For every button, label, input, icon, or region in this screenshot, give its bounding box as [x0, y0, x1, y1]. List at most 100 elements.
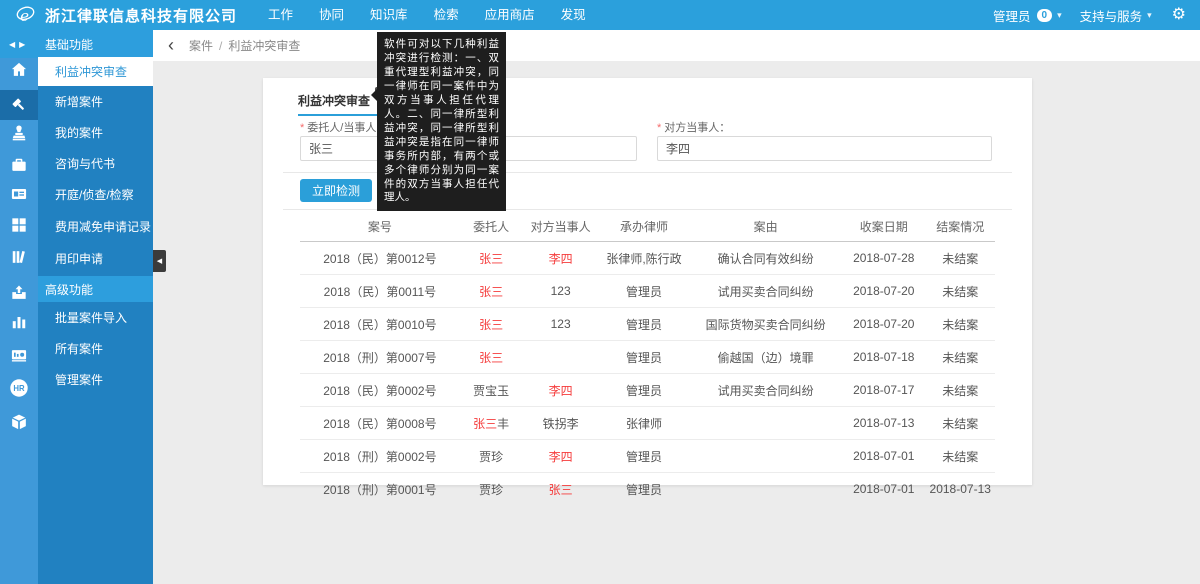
- detect-now-button[interactable]: 立即检测: [300, 179, 372, 202]
- user-menu[interactable]: 管理员 0 ▾: [993, 6, 1062, 25]
- lawyer-cell: 管理员: [599, 440, 689, 473]
- tab-conflict-check[interactable]: 利益冲突审查: [298, 92, 370, 109]
- sidebar: ◀▶ 基础功能 高级功能 HR 利益冲突审查新增案件我的案件咨询与代书开庭/侦查/…: [0, 30, 153, 584]
- sidebar-item[interactable]: 我的案件: [38, 117, 153, 148]
- table-row[interactable]: 2018（刑）第0001号贾珍张三管理员2018-07-012018-07-13: [300, 473, 995, 506]
- sidebar-item[interactable]: 费用减免申请记录: [38, 211, 153, 242]
- sidebar-item[interactable]: 咨询与代书: [38, 148, 153, 179]
- breadcrumb-current: 利益冲突审查: [228, 37, 300, 54]
- client-cell: 张三: [460, 242, 523, 275]
- client-cell: 张三: [460, 308, 523, 341]
- main-nav: 工作协同知识库检索应用商店发现: [255, 0, 599, 30]
- gavel-icon[interactable]: [0, 90, 38, 120]
- sidebar-item[interactable]: 开庭/侦查/检察: [38, 179, 153, 210]
- column-header: 委托人: [460, 211, 523, 242]
- column-header: 结案情况: [925, 211, 995, 242]
- upload-box-icon[interactable]: [0, 278, 38, 308]
- back-chevron-icon[interactable]: ‹: [168, 36, 174, 54]
- table-row[interactable]: 2018（民）第0008号张三丰铁拐李张律师2018-07-13未结案: [300, 407, 995, 440]
- client-cell: 张三: [460, 275, 523, 308]
- case-no-cell: 2018（刑）第0001号: [300, 473, 460, 506]
- sidebar-item[interactable]: 用印申请: [38, 243, 153, 274]
- sidebar-item[interactable]: 所有案件: [38, 333, 153, 364]
- status-cell: 未结案: [925, 341, 995, 374]
- conflict-match-text: 李四: [549, 252, 573, 266]
- sidebar-item[interactable]: 利益冲突审查: [38, 57, 153, 86]
- cube-icon[interactable]: [0, 407, 38, 437]
- plain-text: 123: [551, 284, 571, 298]
- table-row[interactable]: 2018（刑）第0007号张三管理员偷越国（边）境罪2018-07-18未结案: [300, 341, 995, 374]
- status-cell: 2018-07-13: [925, 473, 995, 506]
- nav-item[interactable]: 工作: [255, 0, 306, 30]
- cause-cell: [689, 473, 842, 506]
- lawyer-cell: 管理员: [599, 308, 689, 341]
- case-no-cell: 2018（民）第0008号: [300, 407, 460, 440]
- conflict-match-text: 张三: [479, 318, 503, 332]
- app-logo-icon[interactable]: e: [14, 4, 37, 27]
- table-row[interactable]: 2018（民）第0011号张三123管理员试用买卖合同纠纷2018-07-20未…: [300, 275, 995, 308]
- topbar: e 浙江律联信息科技有限公司 工作协同知识库检索应用商店发现 管理员 0 ▾ 支…: [0, 0, 1200, 30]
- filed-date-cell: 2018-07-17: [842, 374, 925, 407]
- breadcrumb: ‹ 案件 / 利益冲突审查: [153, 30, 1200, 61]
- nav-item[interactable]: 检索: [421, 0, 472, 30]
- opponent-input[interactable]: [657, 136, 992, 161]
- filed-date-cell: 2018-07-13: [842, 407, 925, 440]
- svg-text:HR: HR: [13, 384, 25, 393]
- conflict-match-text: 张三: [479, 285, 503, 299]
- topbar-right: 管理员 0 ▾ 支持与服务 ▾ ⚙: [975, 0, 1186, 30]
- sidebar-item[interactable]: 管理案件: [38, 364, 153, 395]
- hr-icon[interactable]: HR: [0, 373, 38, 403]
- cause-cell: 偷越国（边）境罪: [689, 341, 842, 374]
- cause-cell: [689, 440, 842, 473]
- table-row[interactable]: 2018（民）第0002号贾宝玉李四管理员试用买卖合同纠纷2018-07-17未…: [300, 374, 995, 407]
- presentation-icon[interactable]: [0, 341, 38, 371]
- settings-gear-icon[interactable]: ⚙: [1172, 0, 1186, 30]
- nav-item[interactable]: 应用商店: [472, 0, 548, 30]
- table-row[interactable]: 2018（刑）第0002号贾珍李四管理员2018-07-01未结案: [300, 440, 995, 473]
- plain-text: 铁拐李: [543, 417, 579, 431]
- plain-text: 123: [551, 317, 571, 331]
- notification-badge: 0: [1037, 9, 1053, 22]
- nav-item[interactable]: 知识库: [357, 0, 421, 30]
- section-label: 基础功能: [45, 36, 93, 53]
- sidebar-item[interactable]: 新增案件: [38, 86, 153, 117]
- support-menu[interactable]: 支持与服务 ▾: [1080, 6, 1152, 25]
- required-mark: *: [300, 122, 304, 134]
- sidebar-collapse-tab[interactable]: ◀: [153, 250, 166, 272]
- sidebar-section-basic[interactable]: ◀▶ 基础功能: [0, 30, 153, 58]
- home-icon[interactable]: [0, 55, 38, 85]
- grid-icon[interactable]: [0, 210, 38, 240]
- stamp-icon[interactable]: [0, 118, 38, 148]
- opponent-cell: 123: [522, 308, 598, 341]
- sidebar-collapse-arrows-icon[interactable]: ◀▶: [9, 30, 29, 58]
- tooltip-text: 软件可对以下几种利益冲突进行检测：一、双重代理型利益冲突，同一律师在同一案件中为…: [384, 38, 499, 203]
- lawyer-cell: 管理员: [599, 341, 689, 374]
- cause-cell: 确认合同有效纠纷: [689, 242, 842, 275]
- bar-chart-icon[interactable]: [0, 307, 38, 337]
- breadcrumb-separator: /: [219, 39, 222, 53]
- nav-item[interactable]: 协同: [306, 0, 357, 30]
- plain-text: 贾珍: [479, 450, 503, 464]
- company-name: 浙江律联信息科技有限公司: [45, 5, 237, 26]
- sidebar-item[interactable]: 批量案件导入: [38, 302, 153, 333]
- conflict-match-text: 张三: [479, 351, 503, 365]
- opponent-cell: 李四: [522, 242, 598, 275]
- user-label: 管理员: [993, 6, 1031, 25]
- conflict-match-text: 张三: [549, 483, 573, 497]
- status-cell: 未结案: [925, 275, 995, 308]
- opponent-cell: 李四: [522, 440, 598, 473]
- briefcase-icon[interactable]: [0, 150, 38, 180]
- nav-item[interactable]: 发现: [548, 0, 599, 30]
- table-row[interactable]: 2018（民）第0010号张三123管理员国际货物买卖合同纠纷2018-07-2…: [300, 308, 995, 341]
- required-mark: *: [657, 122, 661, 134]
- client-cell: 贾宝玉: [460, 374, 523, 407]
- status-cell: 未结案: [925, 440, 995, 473]
- section-label: 高级功能: [45, 281, 93, 298]
- sidebar-section-advanced[interactable]: 高级功能: [38, 276, 153, 302]
- table-row[interactable]: 2018（民）第0012号张三李四张律师,陈行政确认合同有效纠纷2018-07-…: [300, 242, 995, 275]
- lawyer-cell: 张律师: [599, 407, 689, 440]
- library-icon[interactable]: [0, 242, 38, 272]
- support-label: 支持与服务: [1080, 6, 1143, 25]
- breadcrumb-section[interactable]: 案件: [189, 37, 213, 54]
- id-card-icon[interactable]: [0, 179, 38, 209]
